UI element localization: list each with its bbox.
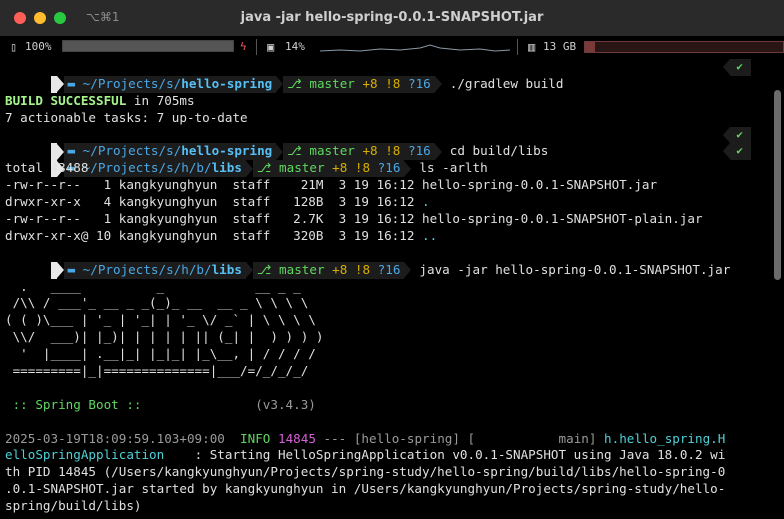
build-result: BUILD SUCCESSFUL in 705ms [5, 92, 195, 108]
log-line: spring/build/libs) [5, 498, 142, 514]
terminal-output[interactable]: ▬ ~/Projects/s/hello-spring ⎇ master +8 !… [5, 59, 765, 515]
memory-icon: ▥ [528, 40, 536, 54]
battery-percent: 100% [25, 40, 52, 53]
log-line: 2025-03-19T18:09:59.103+09:00 INFO 14845… [5, 430, 726, 446]
terminal-window: ⌥⌘1 java -jar hello-spring-0.0.1-SNAPSHO… [0, 0, 784, 519]
spring-banner-line: /\\ / ___'_ __ _ _(_)_ __ __ _ \ \ \ \ [5, 295, 309, 311]
prompt-line: ▬ ~/Projects/s/hello-spring ⎇ master +8 !… [5, 59, 765, 93]
ls-row: -rw-r--r-- 1 kangkyunghyun staff 2.7K 3 … [5, 211, 703, 227]
spring-banner-line: ' |____| .__|_| |_|_| |_\__, | / / / / [5, 346, 316, 362]
ok-icon: ✔ [723, 126, 751, 144]
prompt-line: ▬ ~/Projects/s/hello-spring ⎇ master +8 !… [5, 126, 765, 161]
ls-row: -rw-r--r-- 1 kangkyunghyun staff 21M 3 1… [5, 177, 658, 193]
scrollbar[interactable] [774, 90, 781, 280]
ok-icon: ✔ [723, 59, 751, 76]
tasks-summary: 7 actionable tasks: 7 up-to-date [5, 109, 248, 125]
ls-row: drwxr-xr-x@ 10 kangkyunghyun staff 320B … [5, 227, 438, 243]
log-line: elloSpringApplication : Starting HelloSp… [5, 447, 726, 463]
ls-row: drwxr-xr-x 4 kangkyunghyun staff 128B 3 … [5, 194, 430, 210]
memory-gauge [584, 41, 784, 53]
spring-banner-line: . ____ _ __ _ _ [5, 278, 301, 294]
spring-banner-line: =========|_|==============|___/=/_/_/_/ [5, 363, 309, 379]
status-bar: ▯ 100% ϟ ▣ 14% ▥ 13 GB [0, 36, 784, 58]
title-bar: ⌥⌘1 java -jar hello-spring-0.0.1-SNAPSHO… [0, 0, 784, 36]
memory-used: 13 GB [543, 40, 577, 53]
prompt-line: ▬ ~/Projects/s/h/b/libs ⎇ master +8 !8 ?1… [5, 245, 765, 279]
battery-icon: ▯ [10, 40, 18, 54]
spring-banner-line: ( ( )\___ | '_ | '_| | '_ \/ _` | \ \ \ … [5, 312, 316, 328]
charging-icon: ϟ [240, 40, 247, 53]
cpu-graph [320, 44, 510, 52]
cpu-percent: 14% [285, 40, 305, 53]
spring-banner-line: \\/ ___)| |_)| | | | | || (_| | ) ) ) ) [5, 329, 324, 345]
log-line: th PID 14845 (/Users/kangkyunghyun/Proje… [5, 464, 726, 480]
window-title: java -jar hello-spring-0.0.1-SNAPSHOT.ja… [240, 10, 544, 25]
log-line: .0.1-SNAPSHOT.jar started by kangkyunghy… [5, 481, 726, 497]
ok-icon: ✔ [723, 143, 751, 161]
battery-gauge [62, 40, 234, 52]
ls-total: total 43488 [5, 160, 89, 176]
spring-boot-version: :: Spring Boot :: (v3.4.3) [5, 396, 316, 412]
prompt-line: ▬ ~/Projects/s/h/b/libs ⎇ master +8 !8 ?1… [5, 143, 765, 178]
cpu-icon: ▣ [267, 40, 275, 54]
